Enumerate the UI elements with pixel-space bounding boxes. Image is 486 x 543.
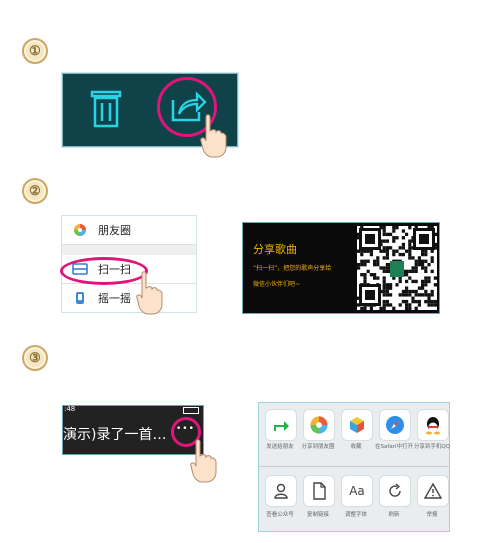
menu-item-moments[interactable]: 朋友圈 xyxy=(62,216,196,245)
status-time: :48 xyxy=(64,405,76,413)
open-in-safari-button[interactable] xyxy=(379,409,411,441)
shake-icon xyxy=(72,290,88,306)
send-to-friend-button[interactable] xyxy=(265,409,297,441)
send-friend-icon xyxy=(274,421,289,431)
card-line-1: “扫一扫”，把您的歌声分享给 xyxy=(253,265,332,272)
qq-icon xyxy=(426,417,440,435)
moments-icon xyxy=(72,222,88,238)
report-button[interactable] xyxy=(417,475,449,507)
pointing-hand-icon xyxy=(200,114,227,158)
trash-icon[interactable] xyxy=(89,88,123,128)
step-number-2: ② xyxy=(22,178,48,204)
pointing-hand-icon xyxy=(190,439,217,483)
font-icon: Aa xyxy=(349,484,365,498)
phone-header: :48 演示)录了一首… ••• xyxy=(62,405,204,455)
share-song-card: 分享歌曲 “扫一扫”，把您的歌声分享给 微信小伙伴们吧~ xyxy=(242,222,440,314)
action-item-label: 举报 xyxy=(426,512,438,518)
card-title: 分享歌曲 xyxy=(253,243,297,256)
share-to-qq-button[interactable] xyxy=(417,409,449,441)
favorite-button[interactable] xyxy=(341,409,373,441)
favorite-icon xyxy=(350,417,364,433)
pointing-hand-icon xyxy=(136,271,163,315)
adjust-font-button[interactable]: Aa xyxy=(341,475,373,507)
report-icon xyxy=(424,482,442,499)
refresh-button[interactable] xyxy=(379,475,411,507)
step-number-1: ① xyxy=(22,38,48,64)
qr-code xyxy=(357,226,437,310)
menu-item-shake[interactable]: 摇一摇 xyxy=(62,284,196,312)
copy-link-button[interactable] xyxy=(303,475,335,507)
page-title: 演示)录了一首… xyxy=(63,427,167,443)
profile-icon xyxy=(274,483,288,499)
more-button[interactable]: ••• xyxy=(176,424,195,434)
share-to-moments-button[interactable] xyxy=(303,409,335,441)
copy-link-icon xyxy=(313,482,326,500)
menu-item-label: 摇一摇 xyxy=(98,292,131,305)
battery-icon xyxy=(183,407,199,414)
step-number-3: ③ xyxy=(22,345,48,371)
share-action-sheet: 发送给朋友 分享到朋友圈 收藏 在Safari中打开 分享到手机QQ 查看公众号… xyxy=(258,402,450,532)
share-item-label: 分享到手机QQ xyxy=(413,444,451,450)
view-official-account-button[interactable] xyxy=(265,475,297,507)
moments-icon xyxy=(310,416,328,434)
safari-icon xyxy=(386,416,404,434)
card-line-2: 微信小伙伴们吧~ xyxy=(253,281,301,288)
refresh-icon xyxy=(389,483,401,497)
menu-item-label: 朋友圈 xyxy=(98,224,131,237)
